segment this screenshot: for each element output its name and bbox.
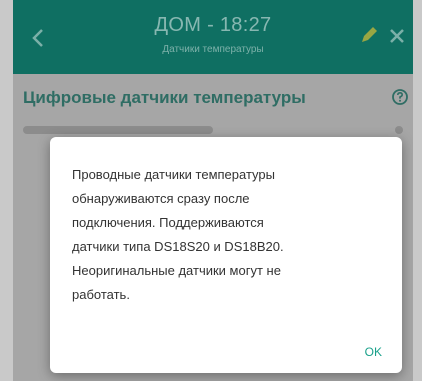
section-title: Цифровые датчики температуры — [23, 88, 306, 107]
page-title: ДОМ - 18:27 — [154, 14, 272, 36]
app-header: ДОМ - 18:27 Датчики температуры — [13, 0, 413, 74]
background-list-item — [23, 126, 213, 134]
close-button[interactable] — [387, 26, 407, 46]
help-circle-icon[interactable] — [391, 88, 409, 106]
edit-button[interactable] — [358, 24, 380, 46]
dialog-message: Проводные датчики температуры обнаружива… — [72, 167, 284, 302]
ok-button[interactable]: OK — [365, 345, 382, 359]
right-border — [413, 0, 422, 381]
page-subtitle: Датчики температуры — [162, 44, 264, 55]
app-screen: ДОМ - 18:27 Датчики температуры Цифровые… — [13, 0, 413, 381]
info-dialog: Проводные датчики температуры обнаружива… — [50, 137, 402, 373]
left-border — [0, 0, 13, 381]
background-list-item — [395, 126, 403, 134]
pencil-icon — [362, 27, 377, 42]
close-icon — [390, 29, 404, 43]
